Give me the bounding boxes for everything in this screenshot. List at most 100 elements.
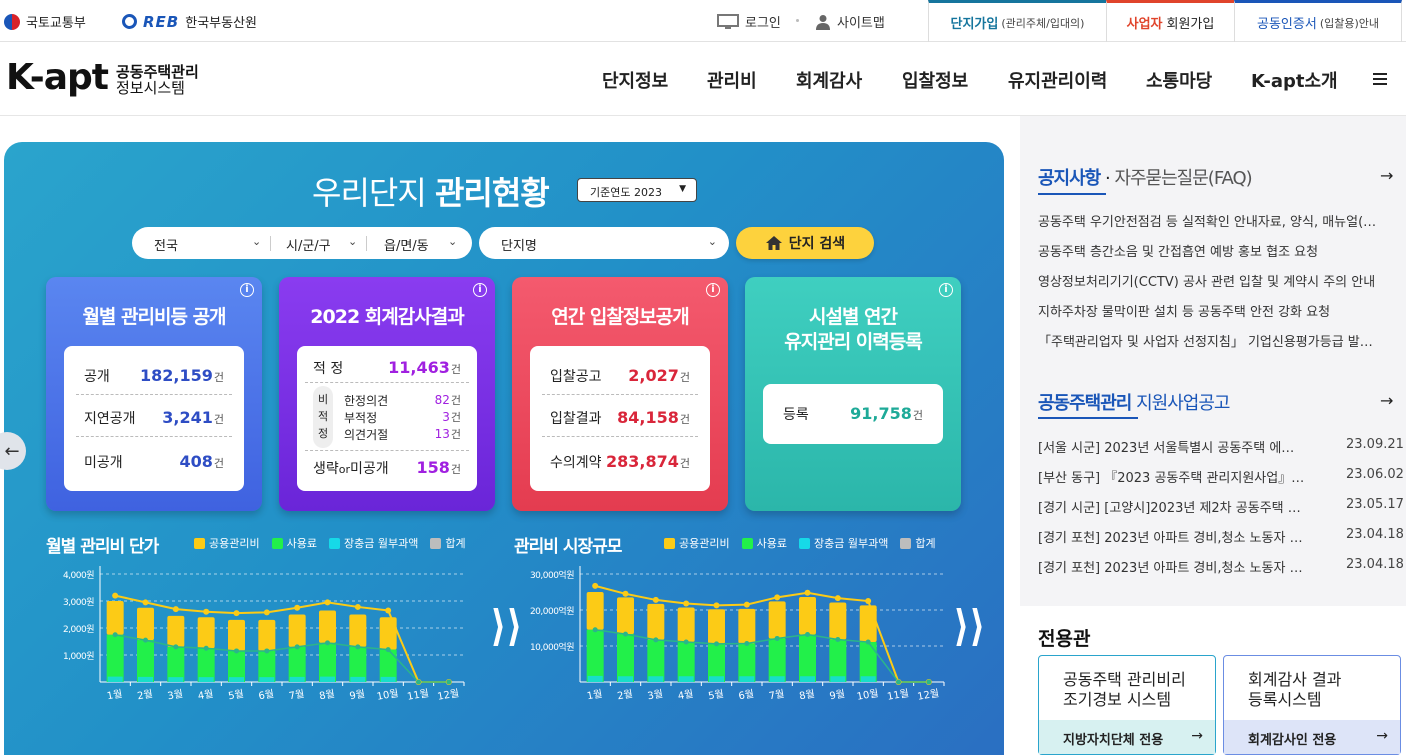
point-usage bbox=[446, 679, 452, 685]
line-total bbox=[594, 584, 929, 683]
bar-usage-fee bbox=[829, 639, 847, 682]
support-more-arrow-icon[interactable]: → bbox=[1380, 391, 1393, 410]
y-tick-label: 10,000억원 bbox=[530, 641, 574, 653]
support-item[interactable]: [부산 동구] 『2023 공동주택 관리지원사업』 공고 bbox=[1038, 467, 1306, 486]
support-item[interactable]: [경기 포천] 2023년 아파트 경비,청소 노동자 휴게시설 개선 bbox=[1038, 557, 1306, 576]
bar-common-fee bbox=[228, 619, 245, 651]
x-tick-label: 6월 bbox=[258, 688, 275, 703]
info-icon[interactable]: i bbox=[706, 283, 720, 297]
bar-usage-fee bbox=[137, 640, 154, 682]
x-tick-label: 12월 bbox=[436, 687, 460, 703]
point-usage bbox=[112, 632, 118, 638]
point-usage bbox=[926, 679, 932, 685]
notice-item[interactable]: 영상정보처리기기(CCTV) 공사 관련 입찰 및 계약시 주의 안내 bbox=[1038, 271, 1384, 290]
point-usage bbox=[805, 631, 810, 637]
notice-item[interactable]: 공동주택 층간소음 및 간접흡연 예방 홍보 협조 요청 bbox=[1038, 241, 1384, 260]
bar-reserve-fund bbox=[830, 676, 846, 682]
menu-maintenance-history[interactable]: 유지관리이력 bbox=[1008, 67, 1107, 93]
point-usage bbox=[896, 679, 901, 685]
x-tick-label: 5월 bbox=[227, 688, 244, 703]
non-proper-label: 비적정 bbox=[313, 386, 333, 448]
complex-search-button[interactable]: 단지 검색 bbox=[736, 227, 874, 259]
tab-notice[interactable]: 공지사항 bbox=[1038, 168, 1101, 189]
notice-item[interactable]: 공동주택 우기안전점검 등 실적확인 안내자료, 양식, 매뉴얼(2023.09… bbox=[1038, 211, 1384, 230]
sido-select[interactable]: 전국 bbox=[154, 235, 178, 254]
y-tick-label: 4,000원 bbox=[63, 570, 94, 581]
x-tick-label: 7월 bbox=[768, 688, 785, 703]
x-tick-label: 1월 bbox=[106, 688, 123, 703]
menu-about-kapt[interactable]: K-apt소개 bbox=[1251, 67, 1338, 93]
point-total bbox=[743, 601, 750, 608]
sitemap-link[interactable]: 사이트맵 bbox=[815, 12, 885, 31]
molit-logo[interactable]: 국토교통부 bbox=[4, 12, 86, 31]
card-maintenance-registration[interactable]: i 시설별 연간 유지관리 이력등록 등록 91,758건 bbox=[745, 277, 961, 511]
join-complex-tab[interactable]: 단지가입 (관리주체/입대의) bbox=[928, 0, 1106, 42]
separator-dot bbox=[796, 19, 799, 22]
card-audit-result[interactable]: i 2022 회계감사결과 적 정 11,463건 비적정 한정의견 82건 부적정… bbox=[279, 277, 495, 511]
login-link[interactable]: 로그인 bbox=[717, 12, 781, 31]
menu-complex-info[interactable]: 단지정보 bbox=[602, 67, 668, 93]
bar-common-fee bbox=[829, 602, 847, 640]
bar-reserve-fund bbox=[739, 676, 755, 682]
kapt-logo[interactable]: K-apt 공동주택관리 정보시스템 bbox=[6, 60, 199, 97]
chart2-next-chevron-icon[interactable]: ❱❱ bbox=[953, 602, 985, 646]
bar-reserve-fund bbox=[289, 676, 305, 682]
early-warning-system-link[interactable]: 공동주택 관리비리 조기경보 시스템 지방자치단체 전용 → bbox=[1038, 655, 1216, 755]
x-tick-label: 9월 bbox=[349, 688, 366, 703]
point-usage bbox=[653, 637, 659, 643]
y-tick-label: 1,000원 bbox=[63, 651, 94, 662]
support-item[interactable]: [경기 포천] 2023년 아파트 경비,청소 노동자 휴게시설 개선 bbox=[1038, 527, 1306, 546]
point-total bbox=[233, 610, 240, 617]
menu-bid-info[interactable]: 입찰정보 bbox=[902, 67, 968, 93]
audit-registration-system-link[interactable]: 회계감사 결과 등록시스템 회계감사인 전용 → bbox=[1223, 655, 1401, 755]
point-usage bbox=[744, 640, 750, 646]
menu-management-fee[interactable]: 관리비 bbox=[707, 67, 757, 93]
bar-usage-fee bbox=[738, 643, 756, 682]
monitor-icon bbox=[717, 13, 739, 29]
bar-reserve-fund bbox=[259, 677, 275, 682]
info-icon[interactable]: i bbox=[473, 283, 487, 297]
card-monthly-fee-disclosure[interactable]: i 월별 관리비등 공개 공개 182,159건 지연공개 3,241건 미공개 40… bbox=[46, 277, 262, 511]
point-usage bbox=[623, 631, 628, 637]
hamburger-menu-icon[interactable] bbox=[1373, 70, 1387, 88]
business-signup-tab[interactable]: 사업자 회원가입 bbox=[1106, 0, 1234, 42]
year-select[interactable]: 기준연도 2023 ▼ bbox=[577, 178, 697, 202]
y-tick-label: 2,000원 bbox=[63, 624, 94, 635]
bar-common-fee bbox=[586, 592, 604, 630]
point-total bbox=[622, 590, 629, 597]
sigungu-select[interactable]: 시/군/구 bbox=[286, 235, 331, 254]
notice-more-arrow-icon[interactable]: → bbox=[1380, 166, 1393, 185]
bar-common-fee bbox=[106, 601, 124, 635]
card-bid-disclosure[interactable]: i 연간 입찰정보공개 입찰공고 2,027건 입찰결과 84,158건 수의계약 2… bbox=[512, 277, 728, 511]
support-item[interactable]: [서울 시군] 2023년 서울특별시 공동주택 에너지 절약 지원사업 bbox=[1038, 437, 1306, 456]
info-icon[interactable]: i bbox=[240, 283, 254, 297]
complex-name-select[interactable]: 단지명 ⌄ bbox=[479, 227, 729, 259]
bar-reserve-fund bbox=[618, 676, 633, 682]
menu-accounting-audit[interactable]: 회계감사 bbox=[796, 67, 862, 93]
chart1-next-chevron-icon[interactable]: ❱❱ bbox=[490, 602, 522, 646]
point-total bbox=[172, 606, 179, 613]
point-usage bbox=[416, 679, 421, 685]
x-tick-label: 9월 bbox=[829, 688, 846, 703]
person-icon bbox=[816, 14, 830, 30]
support-item[interactable]: [경기 시군] [고양시]2023년 제2차 공동주택 유지관리 지원 bbox=[1038, 497, 1306, 516]
point-usage bbox=[294, 644, 300, 650]
menu-community[interactable]: 소통마당 bbox=[1146, 67, 1212, 93]
notice-item[interactable]: 지하주차장 물막이판 설치 등 공동주택 안전 강화 요청 bbox=[1038, 301, 1384, 320]
point-usage bbox=[325, 640, 330, 646]
dong-select[interactable]: 읍/면/동 bbox=[384, 235, 429, 254]
x-tick-label: 3월 bbox=[167, 688, 184, 703]
chart1-legend: 공용관리비 사용료 장충금 월부과액 합계 bbox=[194, 535, 466, 551]
reb-logo[interactable]: REB 한국부동산원 bbox=[122, 12, 257, 31]
x-tick-label: 5월 bbox=[707, 688, 724, 703]
notice-item[interactable]: 「주택관리업자 및 사업자 선정지침」 기업신용평가등급 발급기관 확인… bbox=[1038, 331, 1384, 350]
point-total bbox=[142, 599, 149, 606]
point-usage bbox=[592, 627, 598, 633]
active-tab-underline bbox=[1038, 193, 1106, 195]
certificate-tab[interactable]: 공동인증서 (입찰용)안내 bbox=[1234, 0, 1402, 42]
bar-usage-fee bbox=[768, 638, 786, 682]
point-usage bbox=[173, 644, 179, 650]
bar-usage-fee bbox=[677, 642, 695, 682]
info-icon[interactable]: i bbox=[939, 283, 953, 297]
tab-faq[interactable]: 자주묻는질문(FAQ) bbox=[1114, 168, 1252, 189]
